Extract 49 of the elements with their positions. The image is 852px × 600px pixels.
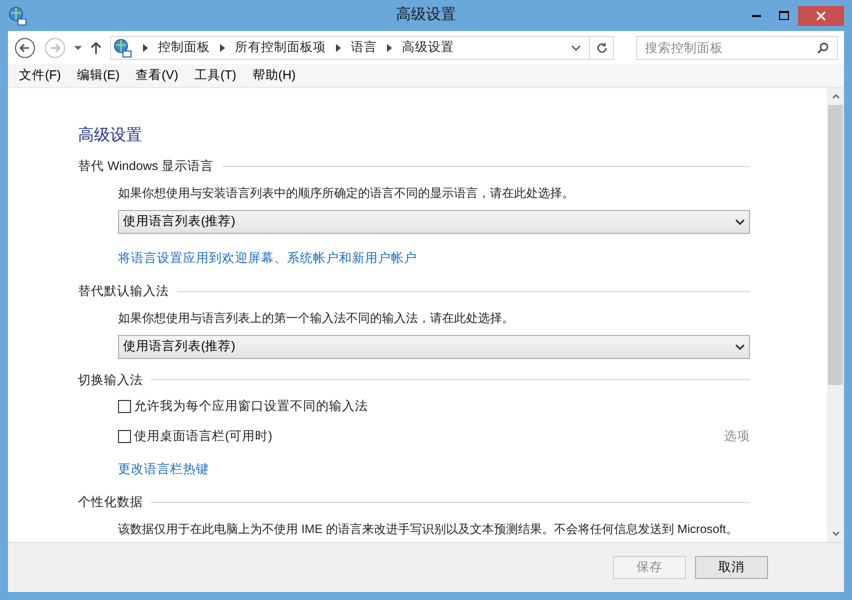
breadcrumb-item[interactable]: 高级设置: [402, 38, 454, 57]
menu-item[interactable]: 文件(F): [19, 66, 61, 85]
chevron-down-icon: [735, 342, 745, 350]
close-button[interactable]: [798, 6, 844, 26]
section-title: 切换输入法: [78, 372, 143, 388]
chevron-right-icon: [220, 44, 225, 52]
address-bar[interactable]: 控制面板 所有控制面板项 语言 高级设置: [110, 36, 614, 60]
option-checkbox[interactable]: 使用桌面语言栏(可用时): [118, 427, 272, 446]
settings-link[interactable]: 将语言设置应用到欢迎屏幕、系统帐户和新用户帐户: [118, 250, 417, 265]
scroll-down-icon[interactable]: [832, 531, 840, 536]
section-title: 个性化数据: [78, 494, 143, 511]
menu-item[interactable]: 编辑(E): [76, 66, 120, 85]
breadcrumb-item[interactable]: 所有控制面板项: [235, 38, 326, 57]
window-title: 高级设置: [396, 5, 456, 26]
settings-link[interactable]: 更改语言栏热键: [118, 462, 209, 476]
language-dropdown[interactable]: 使用语言列表(推荐): [118, 210, 750, 234]
scrollbar-thumb[interactable]: [828, 105, 843, 385]
scroll-up-icon[interactable]: [832, 94, 840, 99]
refresh-icon[interactable]: [596, 42, 608, 54]
checkbox-square[interactable]: [118, 400, 131, 414]
dialog-button[interactable]: 取消: [695, 556, 768, 579]
chevron-right-icon: [336, 44, 341, 52]
description-text: 如果你想使用与安装语言列表中的顺序所确定的语言不同的显示语言，请在此处选择。: [117, 184, 575, 202]
description-text: 如果你想使用与语言列表上的第一个输入法不同的输入法，请在此处选择。: [117, 310, 515, 326]
option-checkbox[interactable]: 允许我为每个应用窗口设置不同的输入法: [118, 397, 368, 416]
chevron-right-icon: [143, 44, 148, 52]
search-icon: [817, 42, 829, 54]
app-icon: [8, 6, 28, 26]
menu-item[interactable]: 工具(T): [194, 66, 236, 85]
search-field[interactable]: 搜索控制面板: [636, 36, 838, 60]
menu-item[interactable]: 帮助(H): [252, 66, 296, 85]
description-text: 该数据仅用于在此电脑上为不使用 IME 的语言来改进手写识别以及文本预测结果。不会将任何信息发送到 Microsoft。: [117, 520, 740, 538]
up-arrow-icon[interactable]: [90, 40, 102, 54]
menu-item[interactable]: 查看(V): [136, 66, 178, 85]
language-dropdown[interactable]: 使用语言列表(推荐): [118, 334, 750, 358]
control-panel-icon: [113, 38, 133, 58]
chevron-right-icon: [387, 44, 392, 52]
breadcrumb-item[interactable]: 语言: [351, 38, 377, 57]
dropdown-icon[interactable]: [74, 44, 82, 50]
breadcrumb-item[interactable]: 控制面板: [158, 38, 210, 57]
page-heading: 高级设置: [78, 126, 143, 146]
checkbox-square[interactable]: [118, 430, 131, 443]
section-title: 替代 Windows 显示语言: [78, 158, 214, 175]
section-title: 替代默认输入法: [78, 282, 169, 300]
close-icon: [816, 10, 826, 20]
chevron-down-icon[interactable]: [571, 44, 581, 52]
back-icon[interactable]: [14, 36, 36, 58]
chevron-down-icon: [735, 218, 745, 226]
scrollbar[interactable]: [827, 88, 844, 542]
